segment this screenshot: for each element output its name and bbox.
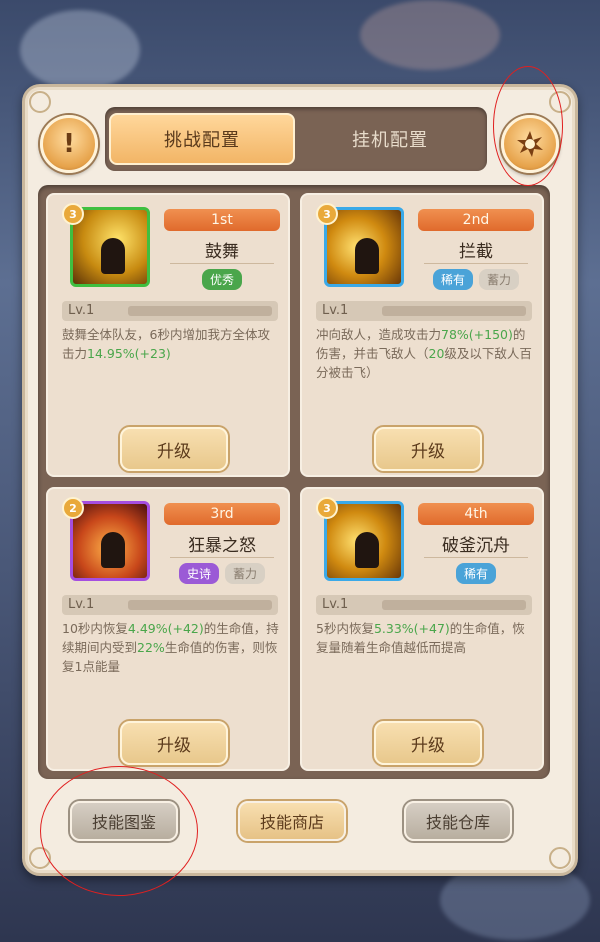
desc-text: 5秒内恢复 <box>316 621 374 636</box>
divider <box>424 263 528 264</box>
upgrade-button[interactable]: 升级 <box>120 427 228 471</box>
skill-card: 2 3rd 狂暴之怒 史诗 蓄力 Lv.1 10秒内恢复4.49%(+42)的生… <box>46 487 290 771</box>
skill-description: 5秒内恢复5.33%(+47)的生命值，恢复量随着生命值越低而提高 <box>316 619 536 657</box>
level-bar: Lv.1 <box>316 595 532 615</box>
charge-tag: 蓄力 <box>225 563 266 584</box>
exclamation-icon: ! <box>63 129 75 159</box>
panel-corner-ornament <box>29 847 51 869</box>
desc-highlight: 78%(+150) <box>441 327 513 342</box>
desc-highlight: 4.49%(+42) <box>127 621 204 636</box>
skill-tags: 史诗 蓄力 <box>164 563 280 584</box>
skill-tags: 稀有 <box>418 563 534 584</box>
info-button[interactable]: ! <box>40 115 98 173</box>
stickman-silhouette <box>355 238 379 274</box>
divider <box>424 557 528 558</box>
skill-name: 鼓舞 <box>205 242 239 262</box>
rarity-tag: 史诗 <box>178 563 219 584</box>
divider <box>170 557 274 558</box>
tab-challenge-config[interactable]: 挑战配置 <box>109 113 295 165</box>
skill-shop-button[interactable]: 技能商店 <box>238 801 346 841</box>
skill-description: 10秒内恢复4.49%(+42)的生命值，持续期间内受到22%生命值的伤害，则恢… <box>62 619 282 676</box>
level-bar: Lv.1 <box>62 301 278 321</box>
desc-highlight: 14.95%(+23) <box>87 346 171 361</box>
skill-name: 拦截 <box>459 242 493 262</box>
skill-description: 冲向敌人，造成攻击力78%(+150)的伤害，并击飞敌人（20级及以下敌人百分被… <box>316 325 536 382</box>
level-label: Lv.1 <box>68 597 95 612</box>
panel-corner-ornament <box>549 847 571 869</box>
burst-settings-icon <box>517 131 543 157</box>
skill-tags: 稀有 蓄力 <box>418 269 534 290</box>
level-label: Lv.1 <box>322 303 349 318</box>
skill-star-badge: 3 <box>316 203 338 225</box>
skill-star-badge: 2 <box>62 497 84 519</box>
skill-star-badge: 3 <box>316 497 338 519</box>
background-blob <box>360 0 500 70</box>
level-progress-track <box>128 600 272 610</box>
rank-badge: 2nd <box>418 209 534 231</box>
stickman-silhouette <box>101 238 125 274</box>
stickman-silhouette <box>101 532 125 568</box>
level-progress-track <box>382 600 526 610</box>
charge-tag: 蓄力 <box>479 269 520 290</box>
desc-highlight: 5.33%(+47) <box>373 621 450 636</box>
rarity-tag: 优秀 <box>201 269 242 290</box>
rank-badge: 1st <box>164 209 280 231</box>
desc-highlight: 20 <box>428 346 445 361</box>
level-progress-track <box>128 306 272 316</box>
divider <box>170 263 274 264</box>
upgrade-button[interactable]: 升级 <box>374 427 482 471</box>
rarity-tag: 稀有 <box>432 269 473 290</box>
skill-codex-button[interactable]: 技能图鉴 <box>70 801 178 841</box>
skill-description: 鼓舞全体队友，6秒内增加我方全体攻击力14.95%(+23) <box>62 325 282 363</box>
desc-text: 冲向敌人，造成攻击力 <box>316 327 442 342</box>
level-label: Lv.1 <box>68 303 95 318</box>
panel-corner-ornament <box>29 91 51 113</box>
skill-storage-button[interactable]: 技能仓库 <box>404 801 512 841</box>
auto-cast-button[interactable] <box>501 115 559 173</box>
rank-badge: 3rd <box>164 503 280 525</box>
level-bar: Lv.1 <box>62 595 278 615</box>
level-label: Lv.1 <box>322 597 349 612</box>
tab-idle-config[interactable]: 挂机配置 <box>297 113 483 165</box>
desc-text: 10秒内恢复 <box>62 621 128 636</box>
skill-name: 狂暴之怒 <box>188 536 256 556</box>
skill-card: 3 2nd 拦截 稀有 蓄力 Lv.1 冲向敌人，造成攻击力78%(+150)的… <box>300 193 544 477</box>
rarity-tag: 稀有 <box>455 563 496 584</box>
panel-corner-ornament <box>549 91 571 113</box>
stickman-silhouette <box>355 532 379 568</box>
level-bar: Lv.1 <box>316 301 532 321</box>
skill-name: 破釜沉舟 <box>442 536 510 556</box>
upgrade-button[interactable]: 升级 <box>120 721 228 765</box>
upgrade-button[interactable]: 升级 <box>374 721 482 765</box>
level-progress-track <box>382 306 526 316</box>
skill-card: 3 4th 破釜沉舟 稀有 Lv.1 5秒内恢复5.33%(+47)的生命值，恢… <box>300 487 544 771</box>
desc-highlight: 22% <box>137 640 165 655</box>
rank-badge: 4th <box>418 503 534 525</box>
config-tab-bar: 挑战配置 挂机配置 <box>105 107 487 171</box>
skill-grid: 3 1st 鼓舞 优秀 Lv.1 鼓舞全体队友，6秒内增加我方全体攻击力14.9… <box>38 185 550 779</box>
background-blob <box>20 10 140 90</box>
skill-card: 3 1st 鼓舞 优秀 Lv.1 鼓舞全体队友，6秒内增加我方全体攻击力14.9… <box>46 193 290 477</box>
skill-star-badge: 3 <box>62 203 84 225</box>
skill-tags: 优秀 <box>164 269 280 290</box>
